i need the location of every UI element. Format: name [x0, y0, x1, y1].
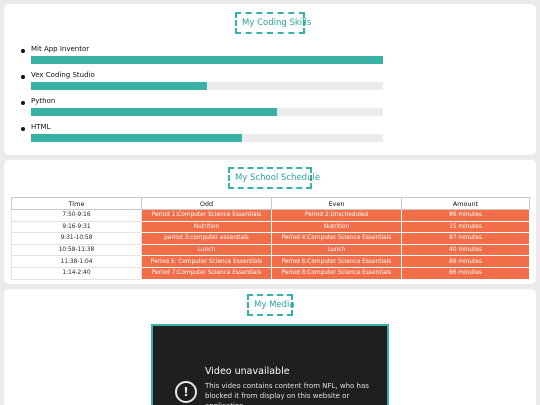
skill-label: Python — [31, 97, 56, 105]
even-cell: Period 6:Computer Science Essentials — [271, 255, 402, 268]
skill-label: Vex Coding Studio — [31, 71, 95, 79]
skills-title: My Coding Skills — [235, 12, 311, 34]
schedule-table: Time Odd Even Amount 7:50-9:16 Period 1:… — [11, 197, 530, 280]
time-cell: 9:16-9:31 — [11, 220, 142, 234]
odd-cell: period 3:computer essentials — [141, 232, 272, 245]
table-row: 7:50-9:16 Period 1:Computer Science Esse… — [11, 209, 530, 222]
bullet-icon — [21, 49, 25, 53]
time-cell: 1:14-2:40 — [11, 266, 142, 280]
column-header-time: Time — [11, 197, 142, 210]
media-title: My Media — [247, 294, 295, 316]
odd-cell: Lunch — [141, 243, 272, 257]
skill-label: Mit App Inventor — [31, 45, 90, 53]
skill-progress-fill — [31, 134, 243, 142]
even-cell: Period 4:Computer Science Essentials — [271, 232, 402, 245]
skill-progress-bar — [31, 108, 383, 116]
skill-progress-bar — [31, 134, 383, 142]
odd-cell: Period 1:Computer Science Essentials — [141, 209, 272, 222]
table-row: 9:16-9:31 Nutrition Nutrition 15 minutes — [11, 220, 530, 234]
time-cell: 7:50-9:16 — [11, 209, 142, 222]
even-cell: Nutrition — [271, 220, 402, 234]
amount-cell: 40 minutes — [401, 243, 530, 257]
video-unavailable-message: This video contains content from NFL, wh… — [205, 382, 369, 405]
bullet-icon — [21, 101, 25, 105]
table-row: 9:31-10:58 period 3:computer essentials … — [11, 232, 530, 245]
time-cell: 10:58-11:38 — [11, 243, 142, 257]
video-unavailable-title: Video unavailable — [205, 366, 290, 377]
odd-cell: Period 7:Computer Science Essentials — [141, 266, 272, 280]
table-row: 11:38-1:04 Period 5: Computer Science Es… — [11, 255, 530, 268]
amount-cell: 86 minutes — [401, 255, 530, 268]
even-cell: Period 8:Computer Science Essentials — [271, 266, 402, 280]
odd-cell: Period 5: Computer Science Essentials — [141, 255, 272, 268]
odd-cell: Nutrition — [141, 220, 272, 234]
table-row: 10:58-11:38 Lunch Lunch 40 minutes — [11, 243, 530, 257]
skills-section: My Coding Skills Mit App Inventor Vex Co… — [4, 4, 536, 155]
bullet-icon — [21, 127, 25, 131]
exclamation-icon: ! — [175, 381, 197, 403]
skill-progress-bar — [31, 56, 383, 64]
schedule-title: My School Schedule — [228, 167, 320, 189]
skill-progress-fill — [31, 108, 278, 116]
skill-label: HTML — [31, 123, 51, 131]
skill-progress-fill — [31, 56, 383, 64]
even-cell: Lunch — [271, 243, 402, 257]
amount-cell: 15 minutes — [401, 220, 530, 234]
video-embed[interactable]: ! Video unavailable This video contains … — [151, 324, 389, 405]
table-row: 1:14-2:40 Period 7:Computer Science Esse… — [11, 266, 530, 280]
bullet-icon — [21, 75, 25, 79]
table-header-row: Time Odd Even Amount — [11, 197, 530, 210]
amount-cell: 86 minutes — [401, 209, 530, 222]
column-header-amount: Amount — [401, 197, 530, 210]
even-cell: Period 2:Unscheduled — [271, 209, 402, 222]
column-header-odd: Odd — [141, 197, 272, 210]
amount-cell: 86 minutes — [401, 266, 530, 280]
media-section: My Media ! Video unavailable This video … — [4, 289, 536, 405]
time-cell: 9:31-10:58 — [11, 232, 142, 245]
schedule-section: My School Schedule Time Odd Even Amount … — [4, 160, 536, 284]
column-header-even: Even — [271, 197, 402, 210]
skill-progress-bar — [31, 82, 383, 90]
skill-progress-fill — [31, 82, 207, 90]
amount-cell: 87 minutes — [401, 232, 530, 245]
time-cell: 11:38-1:04 — [11, 255, 142, 268]
